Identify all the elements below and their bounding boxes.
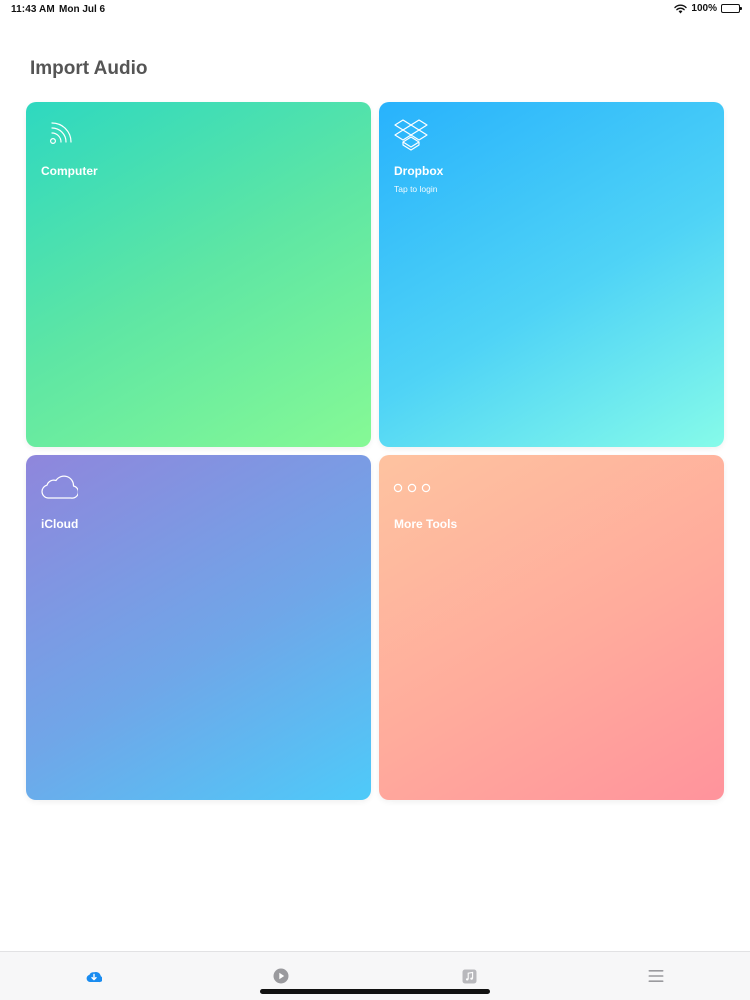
tab-import[interactable] — [84, 966, 104, 986]
wifi-sharing-icon — [40, 119, 74, 149]
music-note-icon — [462, 969, 477, 984]
import-source-grid: Computer Dropbox Tap to login iCloud Mor… — [26, 102, 724, 800]
battery-percent: 100% — [691, 3, 717, 14]
home-indicator — [260, 989, 490, 994]
more-tools-tile[interactable]: More Tools — [379, 455, 724, 800]
page-title: Import Audio — [30, 58, 148, 79]
icloud-label: iCloud — [41, 517, 79, 531]
wifi-icon — [674, 4, 688, 14]
menu-icon — [648, 969, 664, 983]
icloud-tile[interactable]: iCloud — [26, 455, 371, 800]
more-dots-icon — [393, 482, 431, 494]
dropbox-label: Dropbox — [394, 164, 444, 178]
tab-menu[interactable] — [646, 966, 666, 986]
dropbox-subtitle: Tap to login — [394, 184, 438, 194]
tab-library[interactable] — [459, 966, 479, 986]
cloud-icon — [40, 472, 78, 500]
import-audio-screen: 11:43 AM Mon Jul 6 100% Import Audio Com… — [0, 0, 750, 1000]
play-icon — [273, 968, 289, 984]
tab-player[interactable] — [271, 966, 291, 986]
status-bar: 11:43 AM Mon Jul 6 100% — [0, 0, 750, 20]
more-tools-label: More Tools — [394, 517, 458, 531]
dropbox-icon — [393, 119, 429, 151]
dropbox-tile[interactable]: Dropbox Tap to login — [379, 102, 724, 447]
status-right: 100% — [674, 3, 742, 14]
computer-tile[interactable]: Computer — [26, 102, 371, 447]
computer-label: Computer — [41, 164, 98, 178]
download-cloud-icon — [86, 969, 102, 983]
status-time: 11:43 AM — [11, 4, 55, 15]
status-date: Mon Jul 6 — [59, 4, 106, 15]
battery-icon — [721, 4, 742, 13]
